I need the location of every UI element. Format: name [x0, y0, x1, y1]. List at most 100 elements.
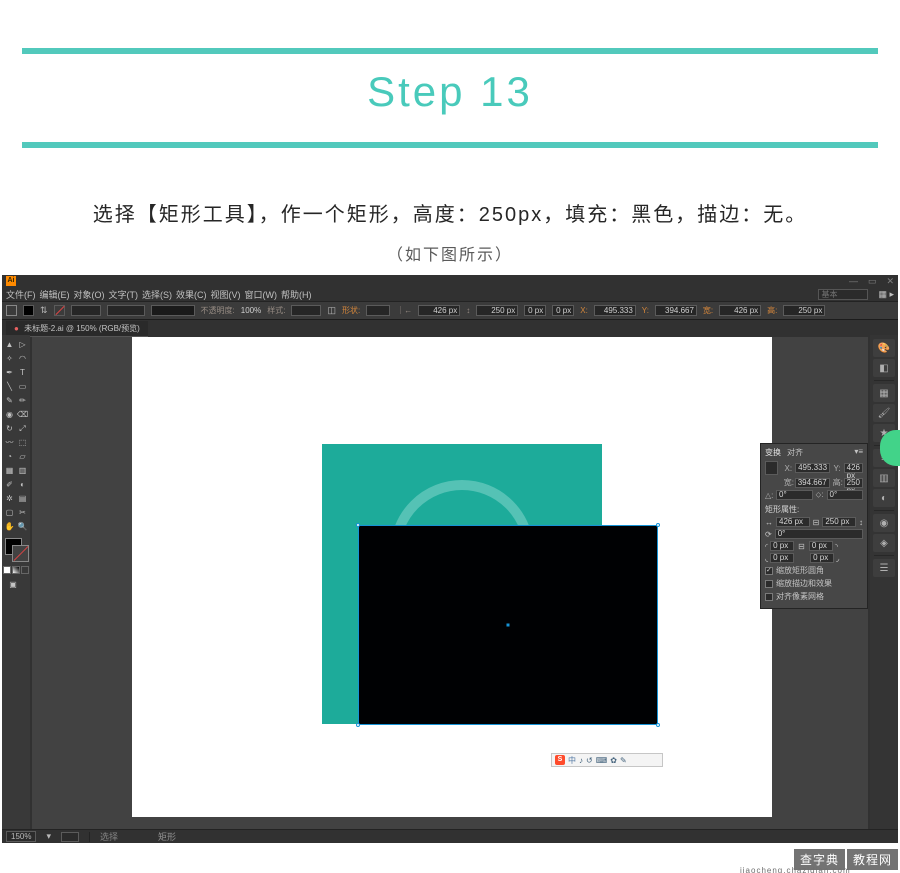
opacity-value[interactable]: 100% [241, 306, 261, 315]
zoom-level[interactable]: 150% [6, 831, 36, 842]
menu-edit[interactable]: 编辑(E) [40, 288, 70, 301]
ime-toolbar[interactable]: S 中 ♪ ↺ ⌨ ✿ ✎ [551, 753, 663, 767]
chk-scale-corners[interactable] [765, 567, 773, 575]
ime-punct-icon[interactable]: ♪ [579, 756, 583, 765]
menu-text[interactable]: 文字(T) [109, 288, 139, 301]
color-panel-icon[interactable]: 🎨 [873, 339, 895, 357]
link-corners-icon[interactable]: ⊟ [798, 542, 805, 551]
h-input[interactable]: 250 px [844, 478, 863, 488]
x-mini-input[interactable]: 495.333 [594, 305, 636, 316]
scale-tool-icon[interactable]: ⤢ [16, 422, 29, 435]
artboard-tool-icon[interactable]: ▢ [3, 506, 16, 519]
appearance-panel-icon[interactable]: ◉ [873, 514, 895, 532]
corner-br-icon[interactable]: ◞ [836, 554, 839, 563]
lasso-tool-icon[interactable]: ◠ [16, 352, 29, 365]
angle-input[interactable]: 0° [776, 490, 813, 500]
screen-mode-icon[interactable]: ▣ [3, 578, 23, 591]
rect-rotate-input[interactable]: 0° [775, 529, 863, 539]
menu-window[interactable]: 窗口(W) [245, 288, 278, 301]
shape-builder-tool-icon[interactable]: ◔ [3, 450, 16, 463]
zoom-dropdown-icon[interactable]: ▾ [46, 831, 51, 842]
stroke-weight-dropdown[interactable] [71, 305, 101, 316]
type-tool-icon[interactable]: T [16, 366, 29, 379]
blob-brush-tool-icon[interactable]: ◉ [3, 408, 16, 421]
rotate-tool-icon[interactable]: ↻ [3, 422, 16, 435]
tab-transform[interactable]: 变换 [765, 447, 781, 458]
y-input[interactable]: 426 px [844, 463, 863, 473]
corner-tr-input[interactable]: 0 px [809, 541, 833, 551]
selection-handle-br[interactable] [656, 723, 660, 727]
menu-file[interactable]: 文件(F) [6, 288, 36, 301]
eyedropper-tool-icon[interactable]: ✐ [3, 478, 16, 491]
style-dropdown[interactable] [291, 305, 321, 316]
sogou-icon[interactable]: S [555, 755, 565, 765]
rect-height-input[interactable]: 250 px [822, 517, 856, 527]
rectangle-tool-icon[interactable]: ▭ [16, 380, 29, 393]
menu-view[interactable]: 视图(V) [211, 288, 241, 301]
panel-menu-icon[interactable]: ▾≡ [854, 447, 863, 458]
ime-mode-icon[interactable]: ↺ [586, 756, 593, 765]
swatches-panel-icon[interactable]: ▦ [873, 384, 895, 402]
ime-language[interactable]: 中 [568, 755, 576, 766]
stroke-profile-dropdown[interactable] [107, 305, 145, 316]
graphic-styles-panel-icon[interactable]: ◈ [873, 534, 895, 552]
ime-skin-icon[interactable]: ✿ [610, 756, 617, 765]
ime-menu-icon[interactable]: ✎ [620, 756, 627, 765]
slice-tool-icon[interactable]: ✂ [16, 506, 29, 519]
selection-handle-tr[interactable] [656, 523, 660, 527]
ime-keyboard-icon[interactable]: ⌨ [596, 756, 608, 765]
corner-bl-input[interactable]: 0 px [770, 553, 794, 563]
chk-align-pixel[interactable] [765, 593, 773, 601]
solid-color-icon[interactable] [3, 566, 11, 574]
brush-tool-icon[interactable]: ✎ [3, 394, 16, 407]
mesh-tool-icon[interactable]: ▦ [3, 464, 16, 477]
layers-panel-icon[interactable]: ☰ [873, 559, 895, 577]
corner-tl-input[interactable]: 0 px [770, 541, 794, 551]
color-guide-icon[interactable]: ◧ [873, 359, 895, 377]
corner-tr-icon[interactable]: ◝ [835, 542, 838, 551]
rect-width-input[interactable]: 426 px [776, 517, 810, 527]
close-icon[interactable]: ✕ [886, 275, 894, 287]
selection-handle-bl[interactable] [356, 723, 360, 727]
black-rectangle-shape[interactable] [358, 525, 658, 725]
menu-object[interactable]: 对象(O) [74, 288, 105, 301]
menu-help[interactable]: 帮助(H) [281, 288, 312, 301]
shape-dropdown[interactable] [366, 305, 390, 316]
gradient-mode-icon[interactable] [12, 566, 20, 574]
gradient-panel-icon[interactable]: ▥ [873, 469, 895, 487]
line-tool-icon[interactable]: ╲ [3, 380, 16, 393]
selection-tool-icon[interactable]: ▲ [3, 338, 16, 351]
w2-input[interactable]: 426 px [719, 305, 761, 316]
reference-point-icon[interactable] [765, 461, 778, 475]
width-tool-icon[interactable]: 〰 [3, 436, 16, 449]
tab-align[interactable]: 对齐 [787, 447, 803, 458]
link-wh-icon[interactable]: ⊟ [813, 518, 820, 527]
brush-dropdown[interactable] [151, 305, 195, 316]
perspective-tool-icon[interactable]: ▱ [16, 450, 29, 463]
none-mode-icon[interactable] [21, 566, 29, 574]
shear-input[interactable]: 0° [827, 490, 864, 500]
workspace-switcher-icon[interactable]: ▦ ▸ [878, 289, 894, 300]
selection-handle-tl[interactable] [356, 523, 360, 527]
brushes-panel-icon[interactable]: 🖌 [873, 404, 895, 422]
minimize-icon[interactable]: — [849, 275, 858, 287]
h2-input[interactable]: 250 px [783, 305, 825, 316]
free-transform-tool-icon[interactable]: ⬚ [16, 436, 29, 449]
stroke-swatch[interactable] [54, 305, 65, 316]
corner2-input[interactable]: 0 px [552, 305, 574, 316]
fill-stroke-swatches[interactable] [3, 538, 29, 562]
transparency-panel-icon[interactable]: ◐ [873, 489, 895, 507]
transform-panel[interactable]: 变换 对齐 ▾≡ X: 495.333 Y: 426 px 宽: 394.667… [760, 443, 868, 609]
stroke-color-swatch[interactable] [12, 545, 29, 562]
eraser-tool-icon[interactable]: ⌫ [16, 408, 29, 421]
corner-br-input[interactable]: 0 px [810, 553, 834, 563]
gradient-tool-icon[interactable]: ▥ [16, 464, 29, 477]
width-input[interactable]: 426 px [418, 305, 460, 316]
search-input[interactable] [818, 289, 868, 300]
menu-select[interactable]: 选择(S) [142, 288, 172, 301]
w-input[interactable]: 394.667 [795, 478, 830, 488]
swap-icon[interactable]: ⇅ [40, 305, 48, 316]
symbol-sprayer-tool-icon[interactable]: ✲ [3, 492, 16, 505]
pencil-tool-icon[interactable]: ✏ [16, 394, 29, 407]
corner1-input[interactable]: 0 px [524, 305, 546, 316]
